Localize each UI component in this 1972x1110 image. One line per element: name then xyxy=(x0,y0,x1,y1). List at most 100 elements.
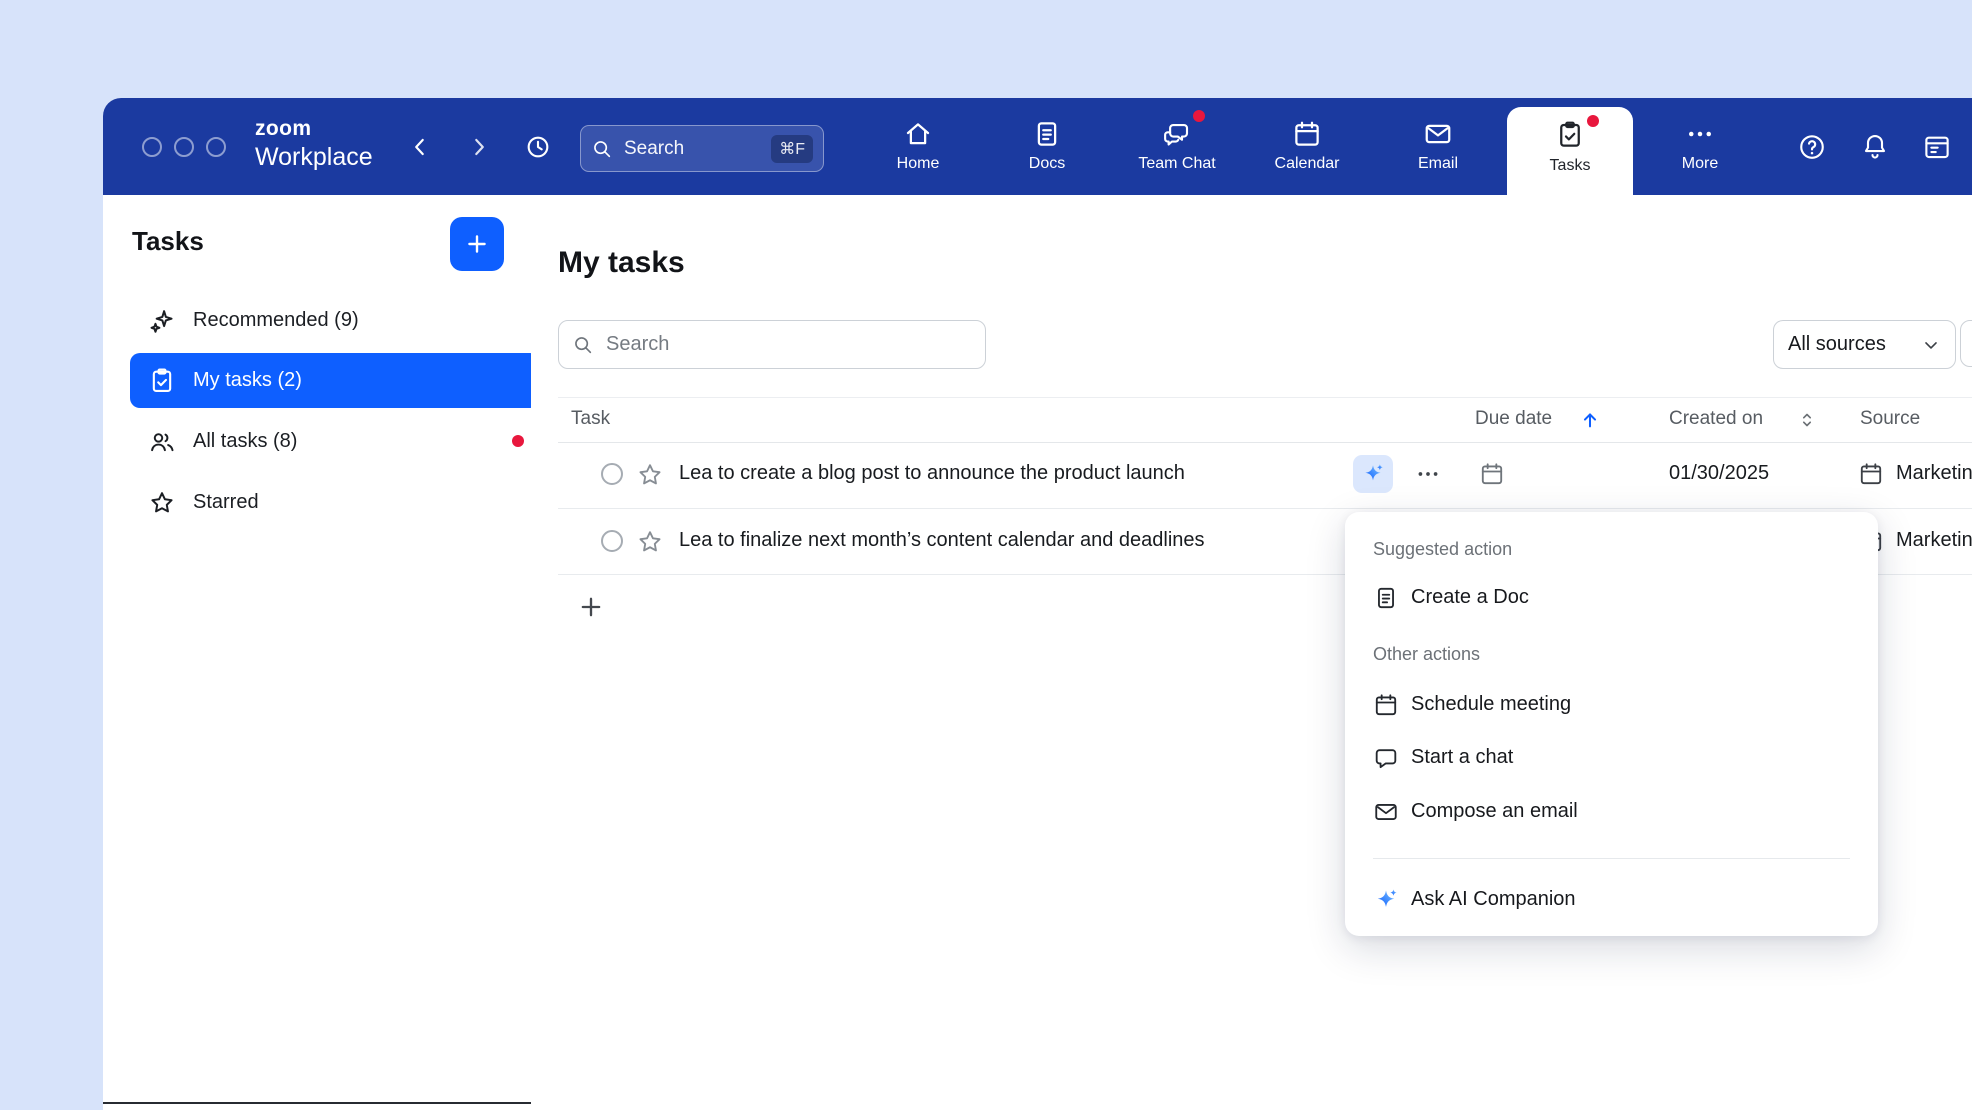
history-button[interactable] xyxy=(521,130,555,164)
search-icon xyxy=(591,138,613,160)
sidebar-item-label: Starred xyxy=(193,491,259,514)
sidebar-item-recommended[interactable]: Recommended (9) xyxy=(130,293,540,348)
sidebar-item-label: Recommended (9) xyxy=(193,309,359,332)
notification-dot xyxy=(512,435,524,447)
clipped-filter-button[interactable] xyxy=(1960,320,1972,367)
ai-companion-button[interactable] xyxy=(1353,455,1393,493)
window-control[interactable] xyxy=(206,137,226,157)
page-title: My tasks xyxy=(558,246,685,280)
sort-icon[interactable] xyxy=(1796,409,1818,431)
chevron-left-icon xyxy=(407,134,433,160)
nav-item-email[interactable]: Email xyxy=(1376,98,1500,195)
nav-item-home[interactable]: Home xyxy=(856,98,980,195)
global-search[interactable]: ⌘F xyxy=(580,125,824,172)
star-button[interactable] xyxy=(633,458,667,492)
menu-divider xyxy=(1373,858,1850,859)
sidebar: Tasks Recommended (9) My tasks (2) All t… xyxy=(103,195,532,1110)
doc-icon xyxy=(1373,585,1399,611)
set-due-date-button[interactable] xyxy=(1479,461,1505,487)
ai-companion-icon xyxy=(1361,462,1385,486)
global-search-input[interactable] xyxy=(622,137,762,161)
nav-label: Tasks xyxy=(1507,157,1633,175)
tasks-icon xyxy=(148,367,176,395)
calendar-icon xyxy=(1292,119,1322,149)
task-search[interactable] xyxy=(558,320,986,369)
nav-label: Calendar xyxy=(1245,155,1369,173)
source-cell[interactable]: Marketing xyxy=(1896,529,1972,552)
sidebar-item-all-tasks[interactable]: All tasks (8) xyxy=(130,414,540,469)
bell-icon xyxy=(1860,132,1890,162)
nav-item-team-chat[interactable]: Team Chat xyxy=(1115,98,1239,195)
menu-item-label: Start a chat xyxy=(1411,746,1513,769)
email-icon xyxy=(1423,119,1453,149)
menu-item-start-chat[interactable]: Start a chat xyxy=(1359,732,1864,784)
ellipsis-icon xyxy=(1415,461,1441,487)
menu-item-ask-ai-companion[interactable]: Ask AI Companion xyxy=(1359,874,1864,926)
menu-item-label: Compose an email xyxy=(1411,800,1578,823)
nav-item-calendar[interactable]: Calendar xyxy=(1245,98,1369,195)
task-search-input[interactable] xyxy=(604,332,972,357)
search-icon xyxy=(572,334,594,356)
more-icon xyxy=(1685,119,1715,149)
column-header-created-on[interactable]: Created on xyxy=(1669,408,1763,430)
window-control[interactable] xyxy=(142,137,162,157)
sort-ascending-icon[interactable] xyxy=(1579,409,1601,431)
add-task-inline-button[interactable] xyxy=(574,590,608,624)
back-button[interactable] xyxy=(403,130,437,164)
chevron-right-icon xyxy=(466,134,492,160)
menu-item-label: Create a Doc xyxy=(1411,586,1529,609)
star-button[interactable] xyxy=(633,525,667,559)
actions-menu: Suggested action Create a Doc Other acti… xyxy=(1345,512,1878,936)
column-header-source[interactable]: Source xyxy=(1860,408,1920,430)
task-title[interactable]: Lea to finalize next month’s content cal… xyxy=(679,529,1205,552)
nav-label: Docs xyxy=(985,155,1109,173)
sidebar-item-my-tasks[interactable]: My tasks (2) xyxy=(130,353,540,408)
nav-label: More xyxy=(1638,155,1762,173)
team-chat-icon xyxy=(1162,119,1192,149)
calendar-icon xyxy=(1479,461,1505,487)
nav-item-docs[interactable]: Docs xyxy=(985,98,1109,195)
menu-item-label: Ask AI Companion xyxy=(1411,888,1576,911)
star-icon xyxy=(636,528,664,556)
docs-icon xyxy=(1032,119,1062,149)
plus-icon xyxy=(464,231,490,257)
task-title[interactable]: Lea to create a blog post to announce th… xyxy=(679,462,1185,485)
menu-item-label: Schedule meeting xyxy=(1411,693,1571,716)
menu-item-schedule-meeting[interactable]: Schedule meeting xyxy=(1359,679,1864,731)
email-icon xyxy=(1373,799,1399,825)
forward-button[interactable] xyxy=(462,130,496,164)
add-task-button[interactable] xyxy=(450,217,504,271)
ai-companion-icon xyxy=(1373,887,1399,913)
calendar-panel-button[interactable] xyxy=(1920,130,1954,164)
menu-item-create-doc[interactable]: Create a Doc xyxy=(1359,572,1864,624)
nav-item-tasks-active[interactable]: Tasks xyxy=(1507,107,1633,195)
task-complete-checkbox[interactable] xyxy=(601,530,623,552)
help-button[interactable] xyxy=(1795,130,1829,164)
column-header-due-date[interactable]: Due date xyxy=(1475,408,1552,430)
help-icon xyxy=(1797,132,1827,162)
task-complete-checkbox[interactable] xyxy=(601,463,623,485)
notifications-button[interactable] xyxy=(1858,130,1892,164)
logo-zoom-text: zoom xyxy=(255,117,373,141)
window-control[interactable] xyxy=(174,137,194,157)
sidebar-title: Tasks xyxy=(132,226,204,257)
app-window: zoom Workplace ⌘F Home Docs Team Chat xyxy=(103,98,1972,1110)
search-shortcut-badge: ⌘F xyxy=(771,135,813,163)
nav-label: Home xyxy=(856,155,980,173)
menu-item-compose-email[interactable]: Compose an email xyxy=(1359,786,1864,838)
source-cell[interactable]: Marketing xyxy=(1896,462,1972,485)
star-icon xyxy=(148,489,176,517)
column-header-task[interactable]: Task xyxy=(571,408,610,430)
zoom-workplace-logo: zoom Workplace xyxy=(255,117,373,172)
table-header: Task Due date Created on Source xyxy=(558,397,1972,443)
sidebar-item-starred[interactable]: Starred xyxy=(130,475,540,530)
row-more-button[interactable] xyxy=(1411,457,1445,491)
history-icon xyxy=(524,133,552,161)
nav-item-more[interactable]: More xyxy=(1638,98,1762,195)
nav-label: Email xyxy=(1376,155,1500,173)
tasks-icon xyxy=(1555,120,1585,150)
chat-icon xyxy=(1373,745,1399,771)
sparkles-icon xyxy=(148,307,176,335)
sidebar-item-label: All tasks (8) xyxy=(193,430,297,453)
sources-filter-dropdown[interactable]: All sources xyxy=(1773,320,1956,369)
